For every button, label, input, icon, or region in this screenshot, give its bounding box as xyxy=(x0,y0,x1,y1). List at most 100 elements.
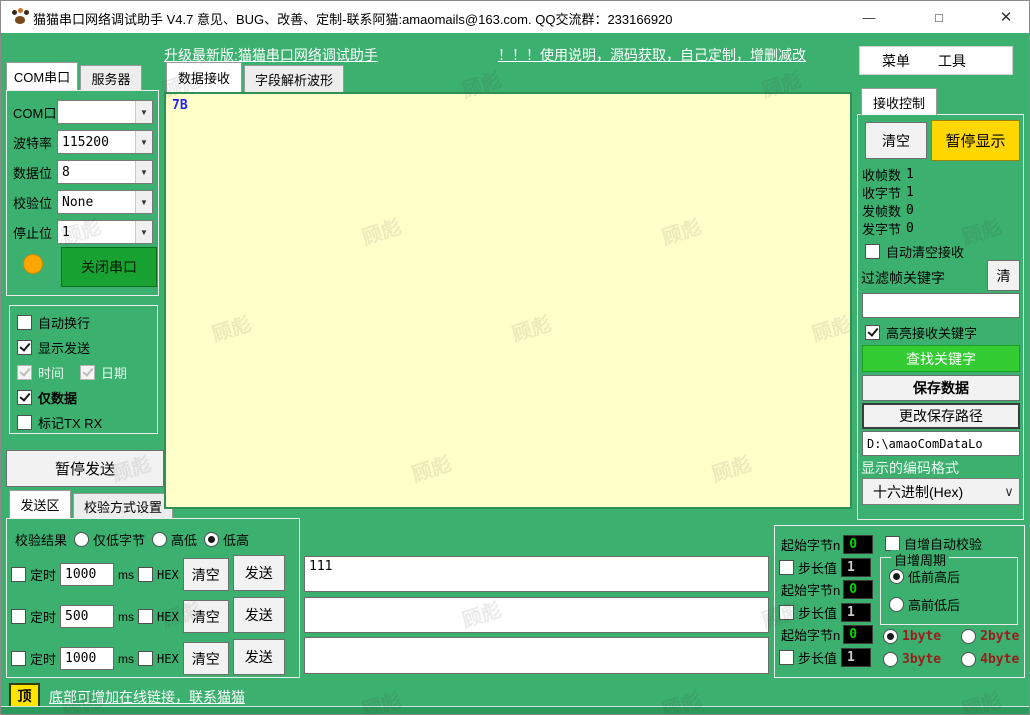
stat-value: 0 xyxy=(906,203,914,218)
close-button[interactable]: ✕ xyxy=(983,1,1029,33)
increment-start-row-3: 起始字节n 0 xyxy=(781,625,873,644)
tab-receive-control[interactable]: 接收控制 xyxy=(861,88,937,115)
increment-step-row-1[interactable]: 步长值 1 xyxy=(779,558,871,577)
radio-icon xyxy=(889,569,904,584)
hex-checkbox-icon[interactable] xyxy=(138,567,153,582)
data-bits-select[interactable]: 8 ▼ xyxy=(57,160,153,184)
hex-checkbox-icon[interactable] xyxy=(138,651,153,666)
clear-send-button[interactable]: 清空 xyxy=(183,642,229,675)
stop-bits-select[interactable]: 1 ▼ xyxy=(57,220,153,244)
pause-send-button[interactable]: 暂停发送 xyxy=(6,450,164,487)
send-text-input-3[interactable] xyxy=(304,637,769,674)
hex-checkbox-icon[interactable] xyxy=(138,609,153,624)
send-button[interactable]: 发送 xyxy=(233,597,285,633)
radio-high-first-low-last[interactable]: 高前低后 xyxy=(889,595,960,614)
menu-item-tools[interactable]: 工具 xyxy=(924,51,980,71)
highlight-keyword-option[interactable]: 高亮接收关键字 xyxy=(865,323,977,342)
menu-bar: 菜单 工具 xyxy=(859,46,1013,75)
radio-3byte[interactable]: 3byte xyxy=(883,652,941,667)
radio-2byte[interactable]: 2byte xyxy=(961,629,1019,644)
tab-field-parse-wave[interactable]: 字段解析波形 xyxy=(244,65,344,92)
clear-send-button[interactable]: 清空 xyxy=(183,600,229,633)
option-auto-newline[interactable]: 自动换行 xyxy=(17,313,90,332)
com-port-value xyxy=(58,111,135,113)
highlight-label: 高亮接收关键字 xyxy=(886,323,977,342)
save-data-button[interactable]: 保存数据 xyxy=(862,375,1020,401)
clear-send-button[interactable]: 清空 xyxy=(183,558,229,591)
radio-low-first-high-last[interactable]: 低前高后 xyxy=(889,567,960,586)
com-port-select[interactable]: ▼ xyxy=(57,100,153,124)
radio-1byte[interactable]: 1byte xyxy=(883,629,941,644)
send-button[interactable]: 发送 xyxy=(233,555,285,591)
timer-interval-input[interactable]: 1000 xyxy=(60,647,114,670)
send-text-input-1[interactable]: 111 xyxy=(304,556,769,592)
data-bits-label: 数据位 xyxy=(13,163,57,182)
tab-com-serial[interactable]: COM串口 xyxy=(6,62,78,90)
radio-4byte[interactable]: 4byte xyxy=(961,652,1019,667)
increment-step-row-3[interactable]: 步长值 1 xyxy=(779,648,871,667)
radio-icon xyxy=(74,532,89,547)
send-button[interactable]: 发送 xyxy=(233,639,285,675)
clear-receive-button[interactable]: 清空 xyxy=(865,122,927,159)
receive-log-area[interactable]: 7B xyxy=(164,92,852,509)
auto-clear-label: 自动清空接收 xyxy=(886,242,964,261)
change-save-path-button[interactable]: 更改保存路径 xyxy=(862,403,1020,429)
option-mark-txrx[interactable]: 标记TX RX xyxy=(17,413,102,432)
parity-select[interactable]: None ▼ xyxy=(57,190,153,214)
parity-label: 校验位 xyxy=(13,193,57,212)
checkbox-icon[interactable] xyxy=(17,365,32,380)
encoding-select[interactable]: 十六进制(Hex) ∨ xyxy=(862,478,1020,505)
radio-label: 高前低后 xyxy=(908,595,960,614)
close-serial-button[interactable]: 关闭串口 xyxy=(61,247,157,287)
start-byte-field[interactable]: 0 xyxy=(843,535,873,554)
timer-interval-input[interactable]: 1000 xyxy=(60,563,114,586)
filter-clear-button[interactable]: 清 xyxy=(987,260,1020,291)
find-keyword-button[interactable]: 查找关键字 xyxy=(862,345,1020,372)
checkbox-icon[interactable] xyxy=(80,365,95,380)
timer-checkbox-icon[interactable] xyxy=(11,651,26,666)
com-port-label: COM口 xyxy=(13,103,57,122)
filter-keyword-label: 过滤帧关键字 xyxy=(861,268,945,288)
tab-server[interactable]: 服务器 xyxy=(80,65,142,90)
start-byte-field[interactable]: 0 xyxy=(843,580,873,599)
radio-low-byte-only[interactable]: 仅低字节 xyxy=(74,530,145,549)
timer-interval-input[interactable]: 500 xyxy=(60,605,114,628)
step-label: 步长值 xyxy=(798,648,837,667)
radio-high-low[interactable]: 高低 xyxy=(152,530,197,549)
stat-value: 1 xyxy=(906,185,914,200)
filter-keyword-input[interactable] xyxy=(862,293,1020,318)
radio-low-high[interactable]: 低高 xyxy=(204,530,249,549)
maximize-button[interactable]: □ xyxy=(916,1,962,33)
menu-item-menu[interactable]: 菜单 xyxy=(868,51,924,71)
minimize-button[interactable]: — xyxy=(846,1,892,33)
start-byte-field[interactable]: 0 xyxy=(843,625,873,644)
step-value-field[interactable]: 1 xyxy=(841,648,871,667)
checkbox-icon xyxy=(885,536,900,551)
tab-send-area[interactable]: 发送区 xyxy=(9,490,71,518)
option-data-only[interactable]: 仅数据 xyxy=(17,388,77,407)
pause-display-button[interactable]: 暂停显示 xyxy=(931,120,1020,161)
radio-label: 1byte xyxy=(902,629,941,644)
save-path-field[interactable]: D:\amaoComDataLo xyxy=(862,431,1020,456)
auto-clear-receive-option[interactable]: 自动清空接收 xyxy=(865,242,964,261)
app-paw-icon xyxy=(11,8,29,26)
step-value-field[interactable]: 1 xyxy=(841,603,871,622)
send-text-input-2[interactable] xyxy=(304,597,769,633)
start-byte-label: 起始字节n xyxy=(781,535,840,554)
com-port-row: COM口 ▼ xyxy=(13,100,153,124)
tab-checksum-settings[interactable]: 校验方式设置 xyxy=(73,493,173,518)
timer-checkbox-icon[interactable] xyxy=(11,567,26,582)
increment-step-row-2[interactable]: 步长值 1 xyxy=(779,603,871,622)
baud-rate-select[interactable]: 115200 ▼ xyxy=(57,130,153,154)
increment-start-row-2: 起始字节n 0 xyxy=(781,580,873,599)
timer-checkbox-icon[interactable] xyxy=(11,609,26,624)
footer-link[interactable]: 底部可增加在线链接，联系猫猫 xyxy=(49,687,245,707)
timer-label: 定时 xyxy=(30,649,56,668)
radio-label: 4byte xyxy=(980,652,1019,667)
byte-width-row-1: 1byte 2byte xyxy=(883,629,1019,644)
stat-label: 发帧数 xyxy=(862,201,901,220)
tab-data-receive[interactable]: 数据接收 xyxy=(166,62,242,92)
option-show-send[interactable]: 显示发送 xyxy=(17,338,90,357)
usage-link[interactable]: ！！！使用说明，源码获取，自己定制，增删减改 xyxy=(498,45,806,65)
step-value-field[interactable]: 1 xyxy=(841,558,871,577)
